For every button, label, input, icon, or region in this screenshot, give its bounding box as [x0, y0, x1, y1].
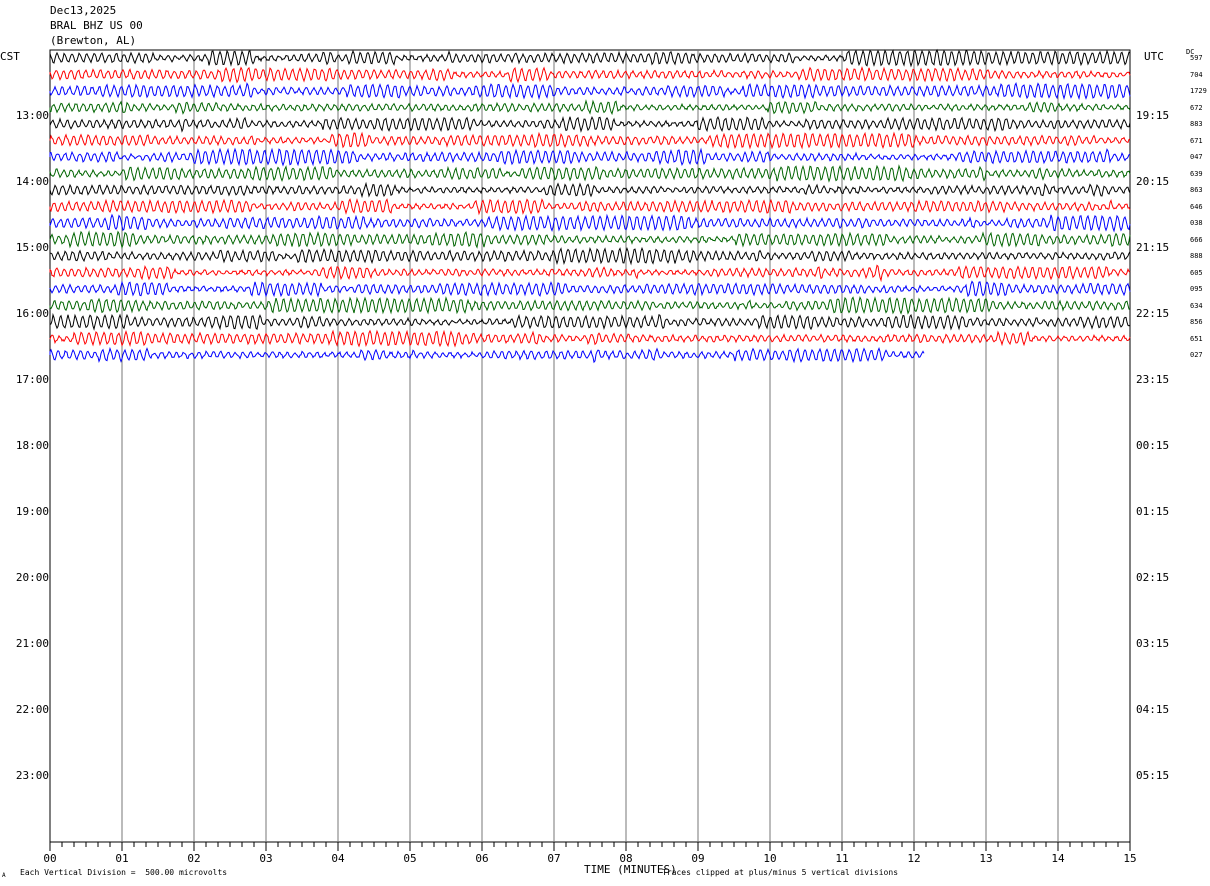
- seismic-trace: [49, 264, 1131, 283]
- seismic-trace: [49, 329, 1131, 348]
- plot-frame: [49, 49, 1131, 843]
- seismic-trace: [49, 198, 1131, 216]
- corner-mark: A: [2, 872, 6, 879]
- seismic-trace: [49, 295, 1131, 315]
- seismic-trace: [49, 280, 1131, 298]
- seismic-trace: [49, 115, 1131, 133]
- seismic-trace: [49, 48, 1131, 68]
- clip-note: Traces clipped at plus/minus 5 vertical …: [662, 868, 899, 877]
- seismic-trace: [49, 164, 1131, 183]
- seismic-trace: [49, 82, 1131, 101]
- seismic-trace: [49, 99, 1131, 116]
- seismic-trace: [49, 147, 1131, 167]
- seismic-trace: [49, 312, 1131, 331]
- seismic-trace: [49, 213, 1131, 233]
- seismic-trace: [49, 246, 1131, 266]
- seismic-trace: [49, 230, 1131, 249]
- scale-note: Each Vertical Division = 500.00 microvol…: [20, 868, 228, 877]
- seismic-trace: [49, 181, 1131, 199]
- seismic-trace: [49, 66, 1131, 84]
- helicorder-plot: [49, 48, 1131, 851]
- seismic-trace: [49, 131, 1131, 150]
- seismic-trace: [49, 346, 925, 364]
